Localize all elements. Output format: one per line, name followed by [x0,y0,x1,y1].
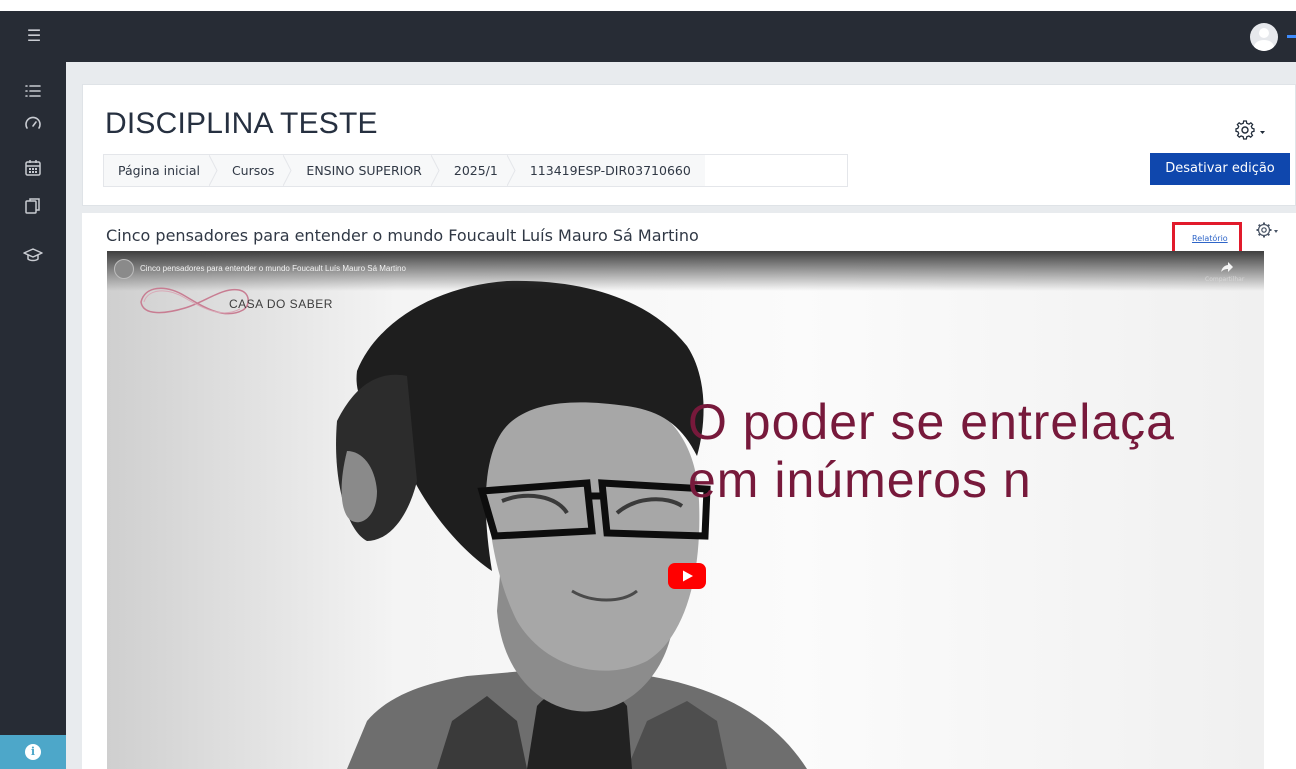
moodle-page: ☰ i DISCIPLINA TESTE Página inicial Curs… [0,0,1296,769]
breadcrumb-item-category[interactable]: ENSINO SUPERIOR [290,155,440,186]
video-quote-line-1: O poder se entrelaça [688,394,1175,450]
info-icon: i [25,744,41,760]
main-content: DISCIPLINA TESTE Página inicial Cursos E… [66,62,1296,769]
graduation-cap-icon[interactable] [23,245,43,265]
breadcrumb-item-course[interactable]: 113419ESP-DIR03710660 [513,155,705,186]
speaker-image [336,280,807,769]
breadcrumb: Página inicial Cursos ENSINO SUPERIOR 20… [103,154,848,187]
channel-avatar-icon[interactable] [114,259,134,279]
activity-section: Cinco pensadores para entender o mundo F… [82,213,1296,769]
info-button[interactable]: i [0,735,66,769]
list-icon[interactable] [23,81,43,101]
calendar-icon[interactable] [23,158,43,178]
page-header: DISCIPLINA TESTE Página inicial Cursos E… [82,84,1296,206]
files-icon[interactable] [23,196,43,216]
breadcrumb-item-term[interactable]: 2025/1 [437,155,516,186]
casa-do-saber-logo-text: CASA DO SABER [229,297,333,311]
breadcrumb-item-home[interactable]: Página inicial [104,155,218,186]
video-overlay-title[interactable]: Cinco pensadores para entender o mundo F… [140,264,406,273]
share-label[interactable]: Compartilhar [1205,276,1244,283]
share-icon[interactable] [1220,259,1234,273]
activity-title[interactable]: Cinco pensadores para entender o mundo F… [106,226,699,245]
video-player[interactable]: Cinco pensadores para entender o mundo F… [107,251,1264,769]
user-menu-caret[interactable] [1287,35,1296,38]
breadcrumb-item-courses[interactable]: Cursos [215,155,292,186]
video-quote-line-2: em inúmeros n [688,452,1032,508]
settings-gear-icon[interactable] [1233,118,1273,142]
settings-gear-icon[interactable] [1255,220,1281,240]
toggle-edit-button[interactable]: Desativar edição [1150,153,1290,185]
report-link[interactable]: Relatório [1192,234,1228,243]
page-title: DISCIPLINA TESTE [105,107,378,140]
top-navbar: ☰ [0,11,1296,62]
user-avatar-icon[interactable] [1250,23,1278,51]
dashboard-gauge-icon[interactable] [23,114,43,134]
hamburger-menu-icon[interactable]: ☰ [24,26,44,46]
sidebar-navigation: i [0,62,66,769]
youtube-play-icon[interactable] [668,563,706,589]
